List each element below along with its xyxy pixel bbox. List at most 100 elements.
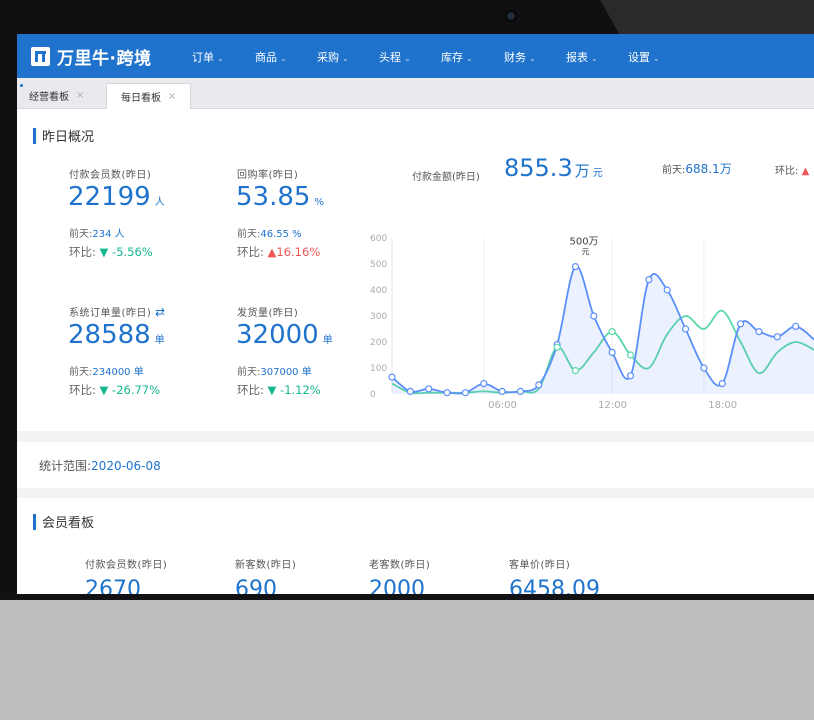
nav-item-settings[interactable]: 设置 ⌄ bbox=[628, 49, 660, 65]
nav-label: 商品 bbox=[255, 51, 277, 64]
data-point bbox=[608, 328, 616, 336]
nav-item-firstleg[interactable]: 头程 ⌄ bbox=[379, 49, 411, 65]
tab-daily-board[interactable]: 每日看板 × bbox=[106, 83, 192, 109]
prev-value: 234 人 bbox=[92, 229, 125, 240]
y-tick-label: 0 bbox=[370, 390, 376, 400]
member-metric-value: 690 bbox=[235, 577, 277, 594]
metric-number: 28588 bbox=[68, 320, 151, 350]
data-point bbox=[443, 389, 451, 397]
ratio-label: 环比: bbox=[237, 245, 264, 259]
x-tick-label: 12:00 bbox=[598, 400, 627, 411]
member-metric-value: 2670 bbox=[85, 577, 141, 594]
section-title-text: 会员看板 bbox=[42, 516, 95, 531]
laptop-base bbox=[0, 600, 814, 720]
data-point bbox=[535, 381, 543, 389]
metric-label-text: 系统订单量(昨日) bbox=[69, 308, 152, 319]
down-arrow-icon: ▼ bbox=[267, 383, 277, 397]
ratio-value: -5.56% bbox=[112, 245, 153, 259]
brand-logo[interactable]: 万里牛·跨境 bbox=[31, 44, 151, 69]
chevron-down-icon: ⌄ bbox=[653, 54, 660, 63]
nav-label: 设置 bbox=[628, 51, 650, 64]
nav-item-orders[interactable]: 订单 ⌄ bbox=[192, 49, 224, 65]
chevron-down-icon: ⌄ bbox=[280, 54, 287, 63]
tab-label: 每日看板 bbox=[121, 93, 161, 104]
stat-range: 统计范围:2020-06-08 bbox=[39, 457, 161, 474]
data-point bbox=[663, 286, 671, 294]
data-point bbox=[461, 389, 469, 397]
ratio-label: 环比: bbox=[69, 383, 96, 397]
data-point bbox=[608, 348, 616, 356]
prev-value: 688.1万 bbox=[685, 162, 732, 176]
nav-item-inventory[interactable]: 库存 ⌄ bbox=[441, 49, 473, 65]
close-icon[interactable]: × bbox=[76, 90, 84, 101]
amount-ratio: 环比: ▲ bbox=[775, 162, 809, 177]
app-screen: 万里牛·跨境 订单 ⌄ 商品 ⌄ 采购 ⌄ 头程 ⌄ 库存 ⌄ 财务 ⌄ 报表 ⌄ 设置 ⌄ 经… bbox=[17, 34, 814, 594]
metric-value: 28588 单 bbox=[68, 320, 165, 350]
data-point bbox=[755, 328, 763, 336]
metric-ratio: 环比: ▼ -1.12% bbox=[237, 382, 321, 398]
amount-unit2: 元 bbox=[592, 168, 603, 179]
logo-icon bbox=[31, 47, 50, 66]
range-value[interactable]: 2020-06-08 bbox=[91, 459, 161, 473]
metric-ratio: 环比: ▼ -5.56% bbox=[69, 244, 153, 260]
member-metric-label: 付款会员数(昨日) bbox=[85, 560, 168, 571]
metric-value: 22199 人 bbox=[68, 182, 165, 212]
member-metric-label: 客单价(昨日) bbox=[509, 560, 571, 571]
title-accent-bar bbox=[33, 127, 36, 144]
metric-unit: 单 bbox=[154, 335, 165, 346]
ratio-value: -26.77% bbox=[112, 383, 161, 397]
data-point bbox=[498, 387, 506, 395]
metric-label: 付款会员数(昨日) bbox=[69, 170, 152, 181]
close-icon[interactable]: × bbox=[168, 91, 176, 102]
down-arrow-icon: ▼ bbox=[99, 245, 109, 259]
chevron-down-icon: ⌄ bbox=[342, 54, 349, 63]
ratio-value: 16.16% bbox=[276, 245, 321, 259]
tab-business-board[interactable]: 经营看板 × bbox=[29, 83, 84, 108]
amount-line-chart: 010020030040050060006:0012:0018:00500万元昨… bbox=[370, 234, 814, 411]
chevron-down-icon: ⌄ bbox=[404, 54, 411, 63]
prev-label: 前天: bbox=[662, 165, 686, 176]
top-navigation-bar: 万里牛·跨境 订单 ⌄ 商品 ⌄ 采购 ⌄ 头程 ⌄ 库存 ⌄ 财务 ⌄ 报表 ⌄ 设置 ⌄ bbox=[17, 34, 814, 79]
webcam-icon bbox=[507, 12, 515, 20]
nav-label: 财务 bbox=[504, 51, 526, 64]
nav-item-purchase[interactable]: 采购 ⌄ bbox=[317, 49, 349, 65]
data-point bbox=[516, 387, 525, 395]
metric-ratio: 环比: ▲16.16% bbox=[237, 244, 320, 260]
metric-number: 53.85 bbox=[236, 182, 311, 212]
tooltip-unit: 元 bbox=[581, 248, 589, 257]
ratio-label: 环比: bbox=[69, 245, 96, 259]
data-point bbox=[645, 275, 653, 284]
metric-previous: 前天:234000 单 bbox=[69, 363, 144, 378]
metric-unit: % bbox=[314, 197, 324, 208]
data-point bbox=[792, 322, 800, 330]
nav-label: 订单 bbox=[192, 51, 214, 64]
nav-item-finance[interactable]: 财务 ⌄ bbox=[504, 49, 536, 65]
y-tick-label: 400 bbox=[370, 286, 387, 296]
y-tick-label: 200 bbox=[370, 338, 387, 348]
refresh-icon[interactable]: ⇄ bbox=[155, 305, 166, 319]
amount-value: 855.3 万元 bbox=[504, 154, 603, 182]
section-title: 会员看板 bbox=[33, 512, 94, 531]
data-point bbox=[553, 343, 561, 351]
data-point bbox=[626, 351, 635, 359]
nav-item-products[interactable]: 商品 ⌄ bbox=[255, 49, 287, 65]
tab-label: 经营看板 bbox=[29, 92, 69, 103]
nav-label: 采购 bbox=[317, 51, 339, 64]
metric-value: 53.85% bbox=[236, 182, 324, 212]
metric-number: 32000 bbox=[236, 320, 319, 350]
data-point bbox=[480, 380, 488, 388]
nav-label: 头程 bbox=[379, 51, 401, 64]
data-point bbox=[388, 373, 396, 381]
metric-previous: 前天:46.55 % bbox=[237, 225, 302, 240]
data-point bbox=[571, 367, 580, 375]
bezel-reflection bbox=[600, 0, 814, 34]
prev-label: 前天: bbox=[69, 367, 93, 378]
nav-item-reports[interactable]: 报表 ⌄ bbox=[558, 34, 604, 79]
metric-label: 回购率(昨日) bbox=[237, 170, 299, 181]
member-metric-value: 2000 bbox=[369, 577, 425, 594]
member-metric-label: 新客数(昨日) bbox=[235, 560, 297, 571]
prev-label: 前天: bbox=[237, 229, 261, 240]
prev-value: 46.55 % bbox=[260, 229, 302, 240]
metric-unit: 人 bbox=[154, 197, 165, 208]
metric-label: 发货量(昨日) bbox=[237, 308, 299, 319]
